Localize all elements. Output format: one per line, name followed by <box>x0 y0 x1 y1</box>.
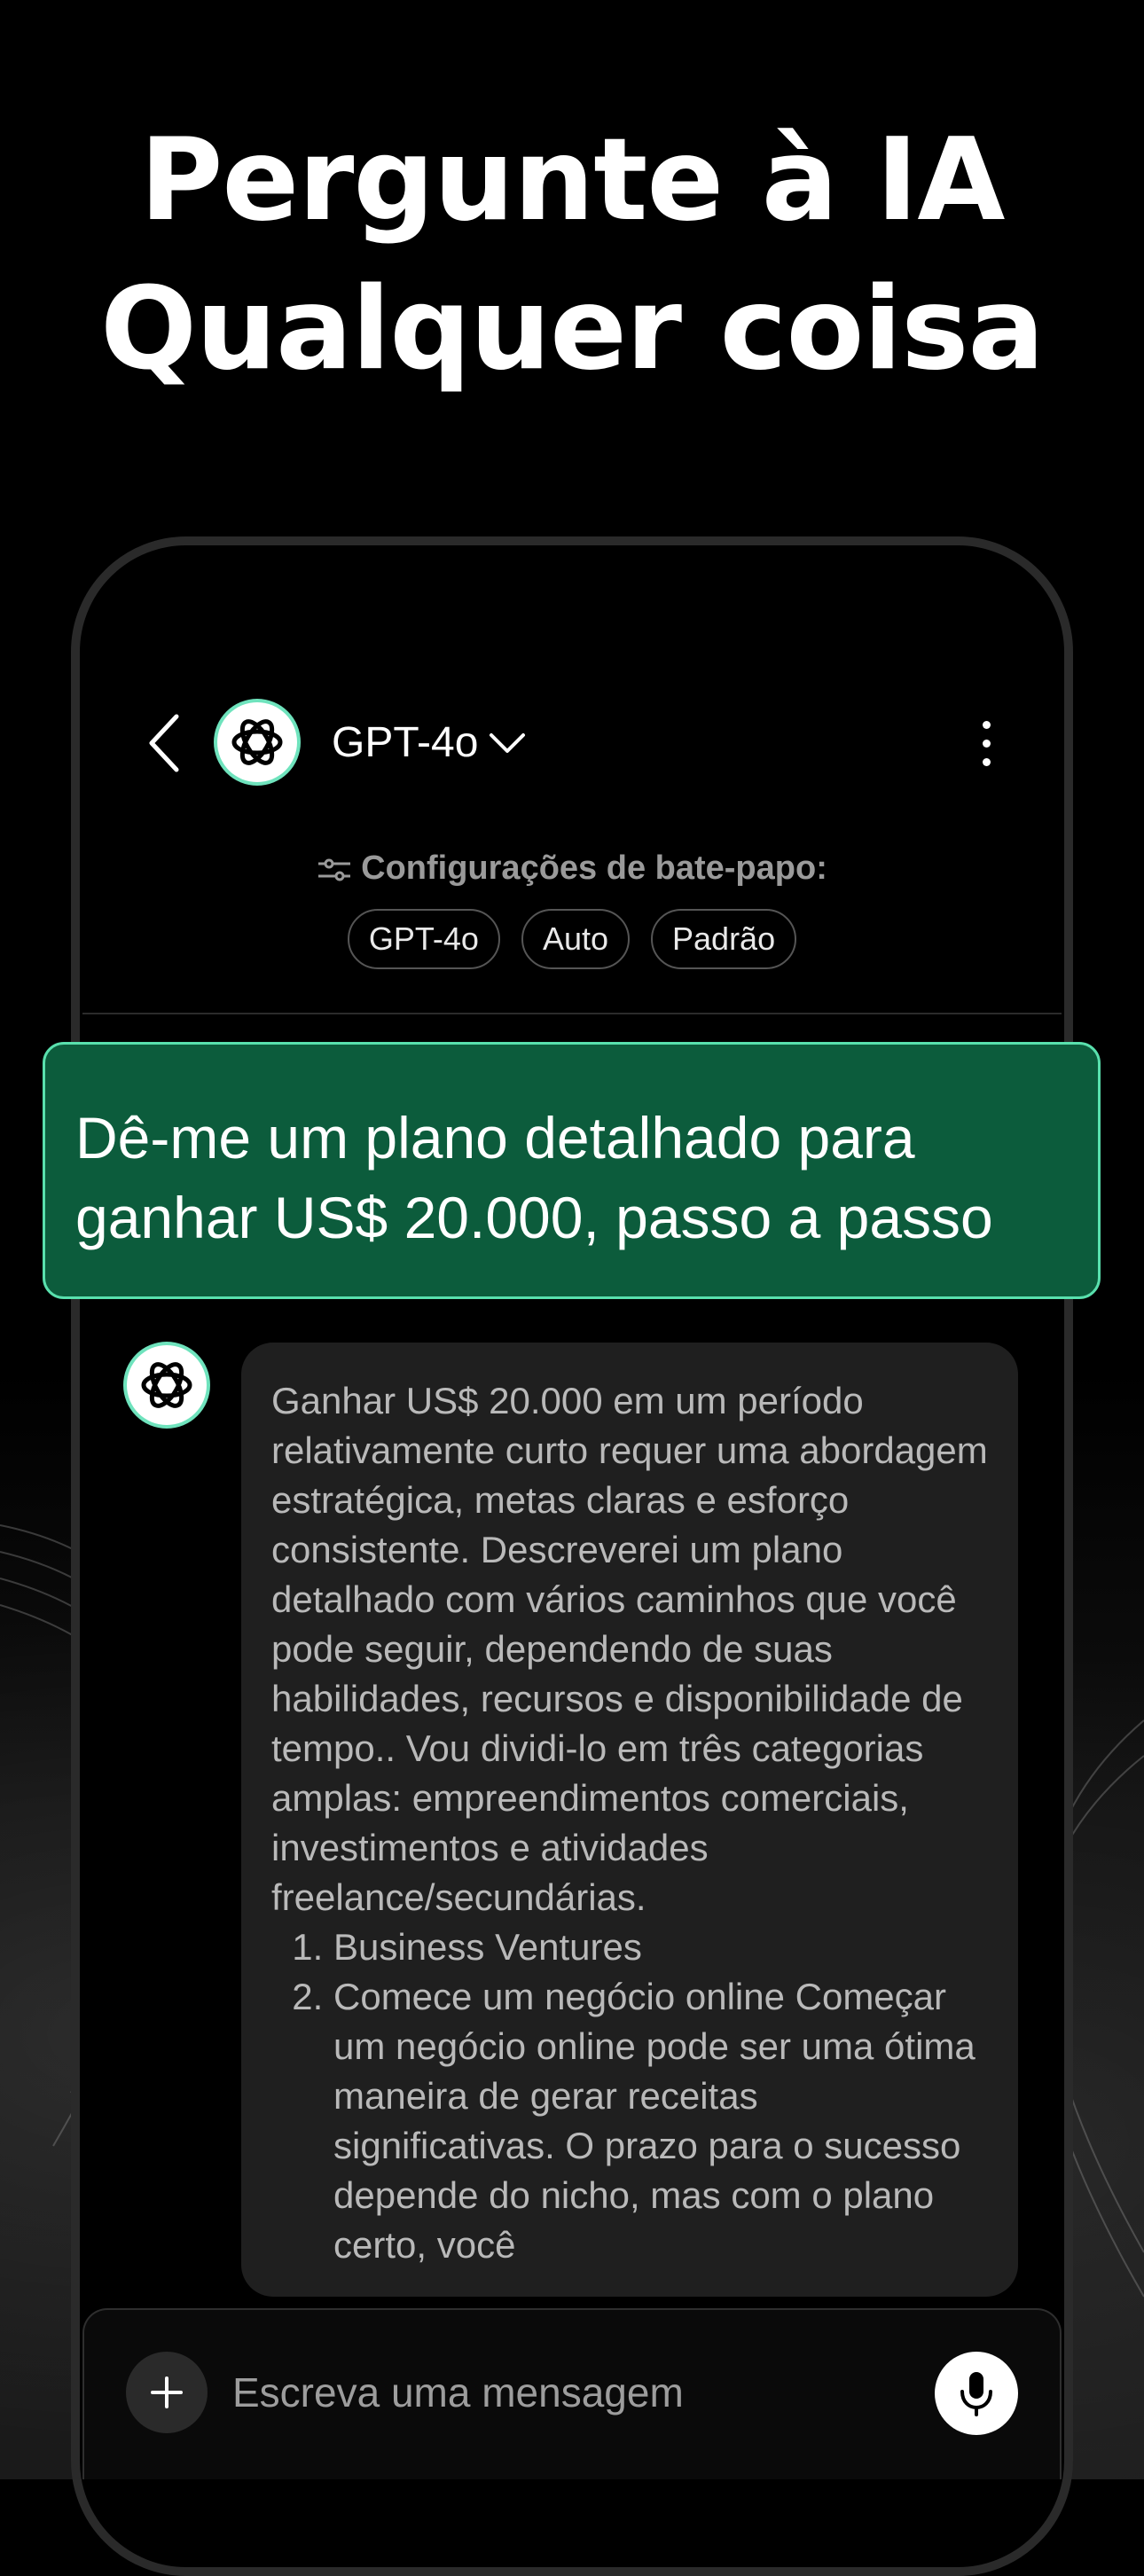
chip-mode[interactable]: Auto <box>521 909 631 969</box>
openai-logo-icon <box>141 1362 192 1408</box>
chat-settings-label: Configurações de bate-papo: <box>0 850 1144 888</box>
assistant-avatar <box>127 1345 207 1425</box>
headline-line-1: Pergunte à IA <box>139 114 1006 247</box>
chip-style[interactable]: Padrão <box>651 909 797 969</box>
list-item: Comece um negócio online Começar um negó… <box>333 1972 988 2270</box>
model-name-label: GPT-4o <box>332 719 479 766</box>
headline: Pergunte à IA Qualquer coisa <box>0 106 1144 404</box>
more-options-button[interactable] <box>968 709 1004 777</box>
assistant-list: Business Ventures Comece um negócio onli… <box>271 1922 988 2270</box>
more-vertical-icon-dot <box>982 757 991 766</box>
sliders-icon <box>318 858 351 881</box>
chevron-down-icon <box>490 733 526 753</box>
model-selector[interactable]: GPT-4o <box>332 716 526 770</box>
assistant-message-bubble: Ganhar US$ 20.000 em um período relativa… <box>241 1343 1018 2297</box>
chat-settings-text: Configurações de bate-papo: <box>361 850 827 887</box>
assistant-paragraph: Ganhar US$ 20.000 em um período relativa… <box>271 1380 988 1918</box>
message-input[interactable]: Escreva uma mensagem <box>232 2368 684 2417</box>
chevron-left-icon <box>149 714 179 772</box>
openai-logo-icon <box>231 719 283 765</box>
headline-line-2: Qualquer coisa <box>100 263 1045 395</box>
more-vertical-icon-dot <box>982 720 991 729</box>
add-attachment-button[interactable] <box>126 2352 208 2433</box>
plus-icon <box>151 2376 183 2408</box>
microphone-icon <box>960 2372 992 2416</box>
list-item: Business Ventures <box>333 1922 988 1972</box>
chat-settings-chips: GPT-4o Auto Padrão <box>0 909 1144 969</box>
voice-input-button[interactable] <box>935 2352 1018 2435</box>
chip-model[interactable]: GPT-4o <box>347 909 500 969</box>
more-vertical-icon-dot <box>982 739 991 748</box>
user-message-bubble: Dê-me um plano detalhado para ganhar US$… <box>43 1042 1101 1299</box>
back-button[interactable] <box>142 709 186 777</box>
model-avatar[interactable] <box>217 702 297 782</box>
header-divider <box>82 1013 1062 1014</box>
